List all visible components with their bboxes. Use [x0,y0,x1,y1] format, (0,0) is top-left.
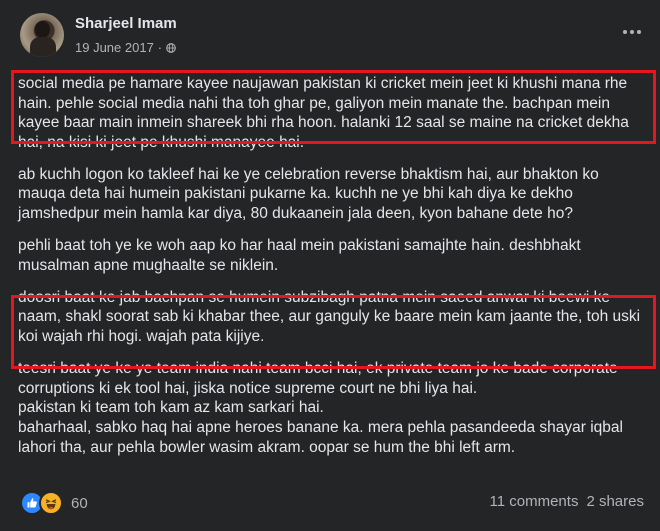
paragraph-5: teesri baat ye ke ye team india nahi tea… [18,360,623,456]
shares-link[interactable]: 2 shares [586,493,644,510]
paragraph-2: ab kuchh logon ko takleef hai ke ye cele… [18,165,599,223]
meta-separator: · [157,40,163,55]
post-text: social media pe hamare kayee naujawan pa… [18,74,643,457]
avatar-body [30,37,56,57]
paragraph-4: doosri baat ke jab bachpan se humein sub… [18,288,641,346]
post-meta: 19 June 2017 · [75,40,176,55]
reactions[interactable]: 60 [20,491,88,515]
ellipsis-icon[interactable] [620,25,644,39]
avatar[interactable] [20,13,64,57]
author-name[interactable]: Sharjeel Imam [75,15,177,32]
facebook-post: Sharjeel Imam 19 June 2017 · social medi… [0,0,660,531]
dot [623,30,627,34]
dot [630,30,634,34]
avatar-head [35,21,50,38]
post-footer: 60 11 comments 2 shares [20,491,644,517]
post-date[interactable]: 19 June 2017 [75,40,154,55]
dot [637,30,641,34]
globe-icon[interactable] [166,42,176,53]
post-header: Sharjeel Imam 19 June 2017 · [20,13,644,59]
haha-icon [39,491,63,515]
comments-link[interactable]: 11 comments [490,493,579,510]
paragraph-1: social media pe hamare kayee naujawan pa… [18,75,629,151]
engagement-stats: 11 comments 2 shares [490,493,644,510]
paragraph-3: pehli baat toh ye ke woh aap ko har haal… [18,237,581,274]
reaction-count: 60 [71,494,88,512]
